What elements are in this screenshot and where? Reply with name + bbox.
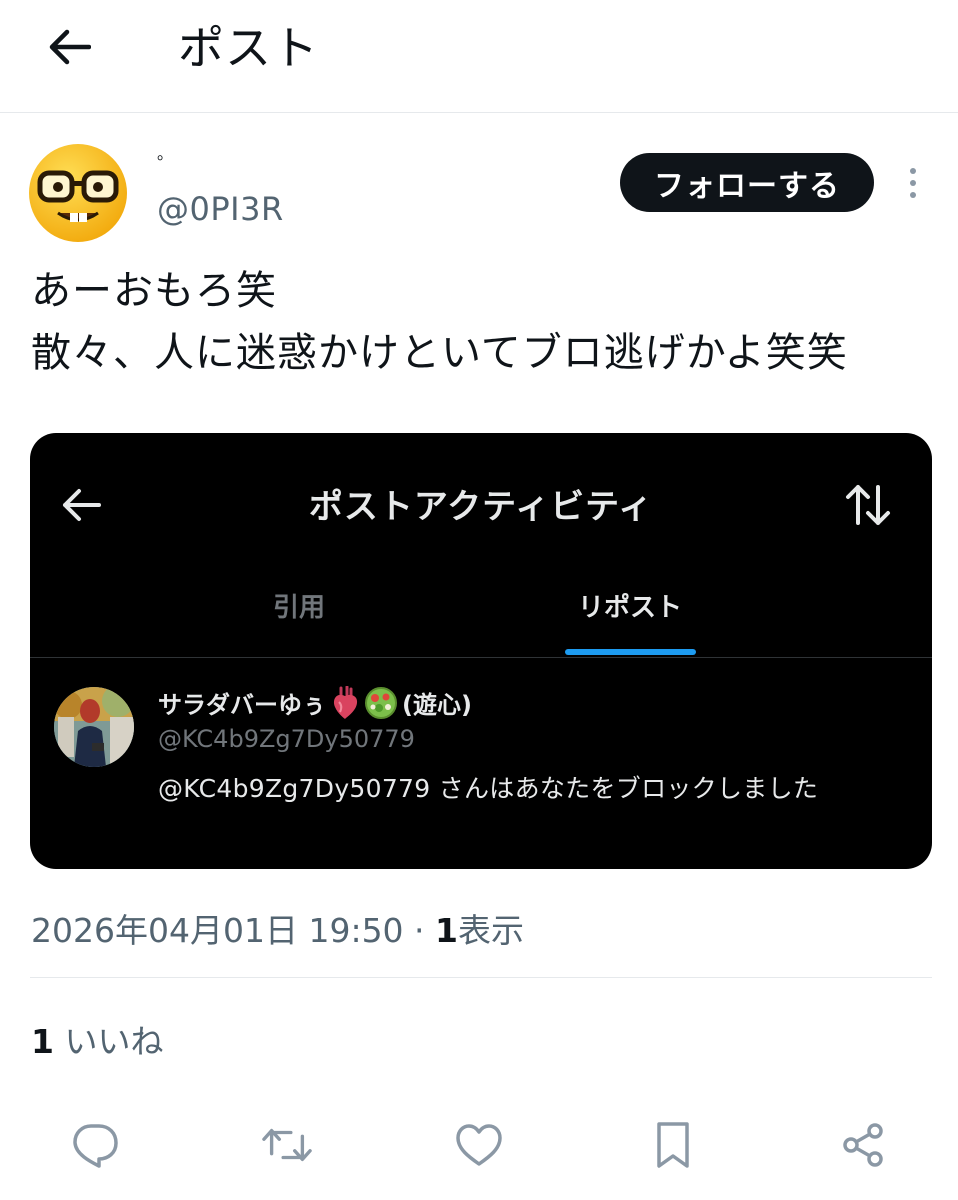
like-icon xyxy=(456,1124,502,1166)
post-metadata: 2026年04月01日 19:50 · 1表示 xyxy=(31,904,524,952)
tab-quotes: 引用 xyxy=(273,593,326,623)
likes-label: いいね xyxy=(64,1022,164,1061)
reposter-name-suffix: (遊心) xyxy=(402,691,472,719)
bookmark-button[interactable] xyxy=(648,1120,698,1170)
share-button[interactable] xyxy=(838,1120,888,1170)
sort-arrows-icon xyxy=(846,485,890,525)
back-button[interactable] xyxy=(40,22,98,72)
reposter-handle: @KC4b9Zg7Dy50779 xyxy=(158,725,415,753)
display-name[interactable]: 。 xyxy=(157,140,173,164)
likes-count: 1 xyxy=(31,1022,54,1061)
arrow-left-icon xyxy=(49,29,91,65)
tab-reposts: リポスト xyxy=(578,593,683,623)
like-button[interactable] xyxy=(454,1120,504,1170)
reposter-name: サラダバーゆぅ (遊心) xyxy=(158,685,472,720)
post-text: あーおもろ笑 散々、人に迷惑かけといてブロ逃げかよ笑笑 xyxy=(31,260,931,384)
likes-summary[interactable]: 1 いいね xyxy=(31,1015,163,1063)
active-tab-indicator xyxy=(565,649,696,655)
timestamp[interactable]: 2026年04月01日 19:50 xyxy=(31,911,404,950)
post-text-line: あーおもろ笑 xyxy=(31,268,277,314)
divider xyxy=(30,657,932,658)
reposter-avatar xyxy=(54,687,134,767)
sort-button xyxy=(840,479,896,531)
user-handle[interactable]: @0PI3R xyxy=(157,190,284,228)
more-options-button[interactable] xyxy=(896,160,930,206)
post-text-line: 散々、人に迷惑かけといてブロ逃げかよ笑笑 xyxy=(31,330,848,376)
follow-button[interactable]: フォローする xyxy=(620,153,874,212)
meta-separator: · xyxy=(403,911,436,950)
page-title: ポスト xyxy=(178,21,319,75)
bookmark-icon xyxy=(657,1122,689,1168)
views-count: 1 xyxy=(435,911,459,950)
repost-icon xyxy=(262,1128,312,1162)
reply-icon xyxy=(73,1124,118,1168)
blocked-message: @KC4b9Zg7Dy50779 さんはあなたをブロックしました xyxy=(158,774,819,803)
share-icon xyxy=(843,1123,883,1167)
views-label: 表示 xyxy=(458,911,525,950)
salad-icon xyxy=(365,686,397,719)
action-bar xyxy=(0,1110,958,1180)
divider xyxy=(30,977,932,978)
anatomical-heart-icon xyxy=(334,685,358,719)
avatar[interactable] xyxy=(28,143,128,243)
reposter-name-text: サラダバーゆぅ xyxy=(158,691,326,719)
reply-button[interactable] xyxy=(70,1120,120,1170)
repost-button[interactable] xyxy=(262,1120,312,1170)
attached-image[interactable]: ポストアクティビティ 引用 リポスト サラダバーゆぅ (遊心) @KC4b9Zg… xyxy=(30,433,932,869)
vertical-dots-icon xyxy=(910,168,916,174)
embed-title: ポストアクティビティ xyxy=(308,487,654,527)
top-bar: ポスト xyxy=(0,0,958,113)
